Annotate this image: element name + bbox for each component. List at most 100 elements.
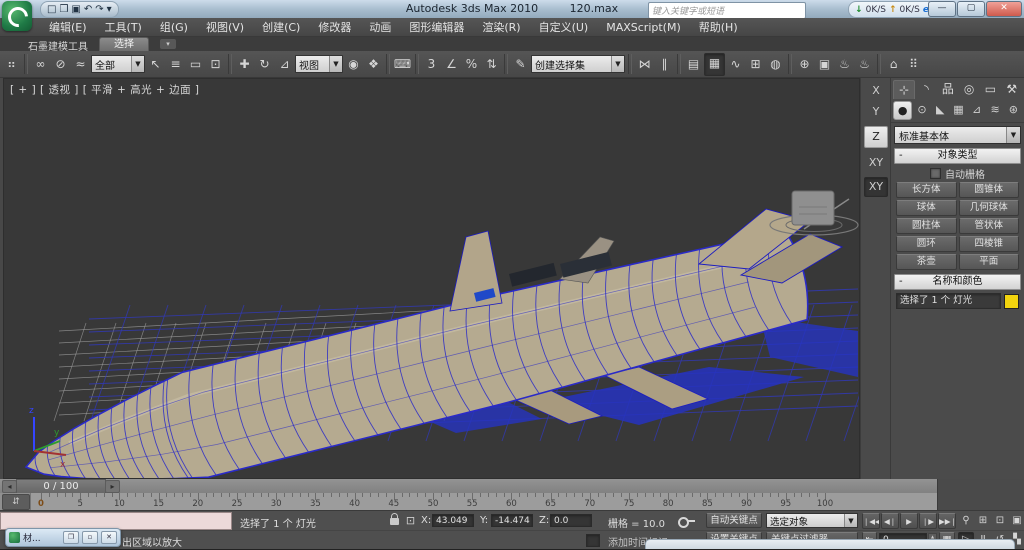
category-helpers-icon[interactable]: ⊿: [968, 101, 985, 118]
tab-display[interactable]: ▭: [980, 80, 1000, 98]
blank-window-icon[interactable]: ▫: [82, 531, 98, 544]
perspective-viewport[interactable]: [ + ] [ 透视 ] [ 平滑 + 高光 + 边面 ]: [3, 78, 860, 479]
axis-constraint-xy-2[interactable]: XY: [864, 177, 888, 197]
category-cameras-icon[interactable]: ▦: [950, 101, 967, 118]
selection-filter-dropdown[interactable]: 全部▼: [91, 55, 145, 73]
menu-graph-editors[interactable]: 图形编辑器: [400, 17, 473, 37]
rectangular-selection-region-icon[interactable]: ▭: [186, 54, 205, 75]
category-systems-icon[interactable]: ⊛: [1005, 101, 1022, 118]
reference-coordinate-system-dropdown[interactable]: 视图▼: [295, 55, 343, 73]
z-coordinate-field[interactable]: 0.0: [550, 514, 592, 527]
name-color-rollout-header[interactable]: - 名称和颜色: [894, 274, 1021, 290]
auto-key-button[interactable]: 自动关键点: [706, 513, 762, 528]
schematic-view-icon[interactable]: ⊞: [746, 54, 765, 75]
axis-constraint-z[interactable]: Z: [864, 126, 888, 148]
tube-button[interactable]: 管状体: [959, 218, 1020, 234]
tab-hierarchy[interactable]: 品: [938, 80, 958, 98]
category-shapes-icon[interactable]: ⊙: [913, 101, 930, 118]
menu-group[interactable]: 组(G): [151, 17, 197, 37]
viewport-label[interactable]: [ + ] [ 透视 ] [ 平滑 + 高光 + 边面 ]: [10, 82, 200, 97]
play-button[interactable]: ▶: [900, 513, 918, 529]
menu-edit[interactable]: 编辑(E): [40, 17, 96, 37]
curve-editor-icon[interactable]: ∿: [726, 54, 745, 75]
select-and-rotate-icon[interactable]: ↻: [255, 54, 274, 75]
zoom-extents-icon[interactable]: ⊡: [992, 513, 1008, 529]
go-to-start-button[interactable]: ❘◀◀: [862, 513, 880, 529]
edit-named-selection-sets-icon[interactable]: ✎: [511, 54, 530, 75]
material-editor-taskbar-window[interactable]: 材... ❐ ▫ ✕: [5, 528, 121, 547]
use-pivot-center-icon[interactable]: ◉: [344, 54, 363, 75]
rendered-frame-window-icon[interactable]: ▣: [815, 54, 834, 75]
zoom-icon[interactable]: ⚲: [958, 513, 974, 529]
spinner-snap-icon[interactable]: ⇅: [482, 54, 501, 75]
next-frame-button[interactable]: ❘▶: [919, 513, 937, 529]
tab-selection[interactable]: 选择: [99, 37, 149, 51]
bind-to-space-warp-icon[interactable]: ≈: [71, 54, 90, 75]
menu-views[interactable]: 视图(V): [197, 17, 253, 37]
close-button[interactable]: ✕: [986, 1, 1022, 17]
menu-rendering[interactable]: 渲染(R): [473, 17, 529, 37]
time-slider-handle[interactable]: 0 / 100: [16, 479, 106, 494]
polygon-modeling-icon[interactable]: ⌂: [884, 54, 903, 75]
menu-animation[interactable]: 动画: [360, 17, 400, 37]
keyboard-shortcut-override-icon[interactable]: ⌨: [393, 54, 412, 75]
primitive-type-dropdown[interactable]: 标准基本体 ▼: [894, 126, 1021, 144]
selection-sets-dots-icon[interactable]: ⠿: [904, 54, 923, 75]
maximize-button[interactable]: ▢: [957, 1, 985, 17]
object-name-field[interactable]: 选择了 1 个 灯光: [896, 293, 1001, 309]
geosphere-button[interactable]: 几何球体: [959, 200, 1020, 216]
box-button[interactable]: 长方体: [896, 182, 957, 198]
cone-button[interactable]: 圆锥体: [959, 182, 1020, 198]
missile-model[interactable]: [26, 230, 808, 478]
teapot-button[interactable]: 茶壶: [896, 254, 957, 270]
percent-snap-icon[interactable]: %: [462, 54, 481, 75]
select-by-name-icon[interactable]: ≡: [166, 54, 185, 75]
menu-maxscript[interactable]: MAXScript(M): [597, 19, 690, 36]
select-object-icon[interactable]: ↖: [146, 54, 165, 75]
track-bar-ruler[interactable]: 0510152025303540455055606570758085909510…: [30, 493, 938, 510]
menu-tools[interactable]: 工具(T): [96, 17, 151, 37]
named-selection-sets-dropdown[interactable]: 创建选择集▼: [531, 55, 625, 73]
axis-constraint-y[interactable]: Y: [865, 105, 887, 118]
pyramid-button[interactable]: 四棱锥: [959, 236, 1020, 252]
minimize-button[interactable]: —: [928, 1, 956, 17]
tab-create[interactable]: ⊹: [893, 80, 915, 99]
menu-modifiers[interactable]: 修改器: [309, 17, 360, 37]
layer-manager-icon[interactable]: ▤: [684, 54, 703, 75]
tab-modify[interactable]: ◝: [916, 80, 936, 98]
unlink-selection-icon[interactable]: ⊘: [51, 54, 70, 75]
time-tag-handle[interactable]: [586, 534, 600, 547]
material-editor-icon[interactable]: ◍: [766, 54, 785, 75]
category-spacewarps-icon[interactable]: ≋: [986, 101, 1003, 118]
tab-utilities[interactable]: ⚒: [1002, 80, 1022, 98]
time-slider-next-icon[interactable]: ▸: [105, 480, 120, 493]
sphere-button[interactable]: 球体: [896, 200, 957, 216]
mini-curve-editor-button[interactable]: ⇵: [2, 494, 30, 510]
torus-button[interactable]: 圆环: [896, 236, 957, 252]
app-logo-icon[interactable]: [2, 1, 32, 31]
category-geometry-icon[interactable]: ●: [893, 101, 912, 120]
zoom-all-icon[interactable]: ⊞: [975, 513, 991, 529]
time-slider-prev-icon[interactable]: ◂: [2, 480, 17, 493]
select-and-manipulate-icon[interactable]: ❖: [364, 54, 383, 75]
select-and-scale-icon[interactable]: ⊿: [275, 54, 294, 75]
axis-constraint-xy[interactable]: XY: [865, 156, 887, 169]
align-icon[interactable]: ∥: [655, 54, 674, 75]
close-window-icon[interactable]: ✕: [101, 531, 117, 544]
menu-create[interactable]: 创建(C): [253, 17, 309, 37]
category-lights-icon[interactable]: ◣: [932, 101, 949, 118]
selection-set-dropdown[interactable]: 选定对象 ▼: [766, 513, 858, 528]
select-and-link-icon[interactable]: ∞: [31, 54, 50, 75]
track-bar[interactable]: ⇵ 05101520253035404550556065707580859095…: [0, 493, 937, 510]
cylinder-button[interactable]: 圆柱体: [896, 218, 957, 234]
previous-frame-button[interactable]: ◀❘: [881, 513, 899, 529]
render-iterative-icon[interactable]: ♨: [855, 54, 874, 75]
go-to-end-button[interactable]: ▶▶❘: [938, 513, 956, 529]
render-setup-icon[interactable]: ⊕: [795, 54, 814, 75]
object-type-rollout-header[interactable]: - 对象类型: [894, 148, 1021, 164]
tab-motion[interactable]: ◎: [959, 80, 979, 98]
render-production-icon[interactable]: ♨: [835, 54, 854, 75]
axis-constraint-x[interactable]: X: [865, 84, 887, 97]
menu-customize[interactable]: 自定义(U): [530, 17, 598, 37]
y-coordinate-field[interactable]: -14.474: [491, 514, 533, 527]
